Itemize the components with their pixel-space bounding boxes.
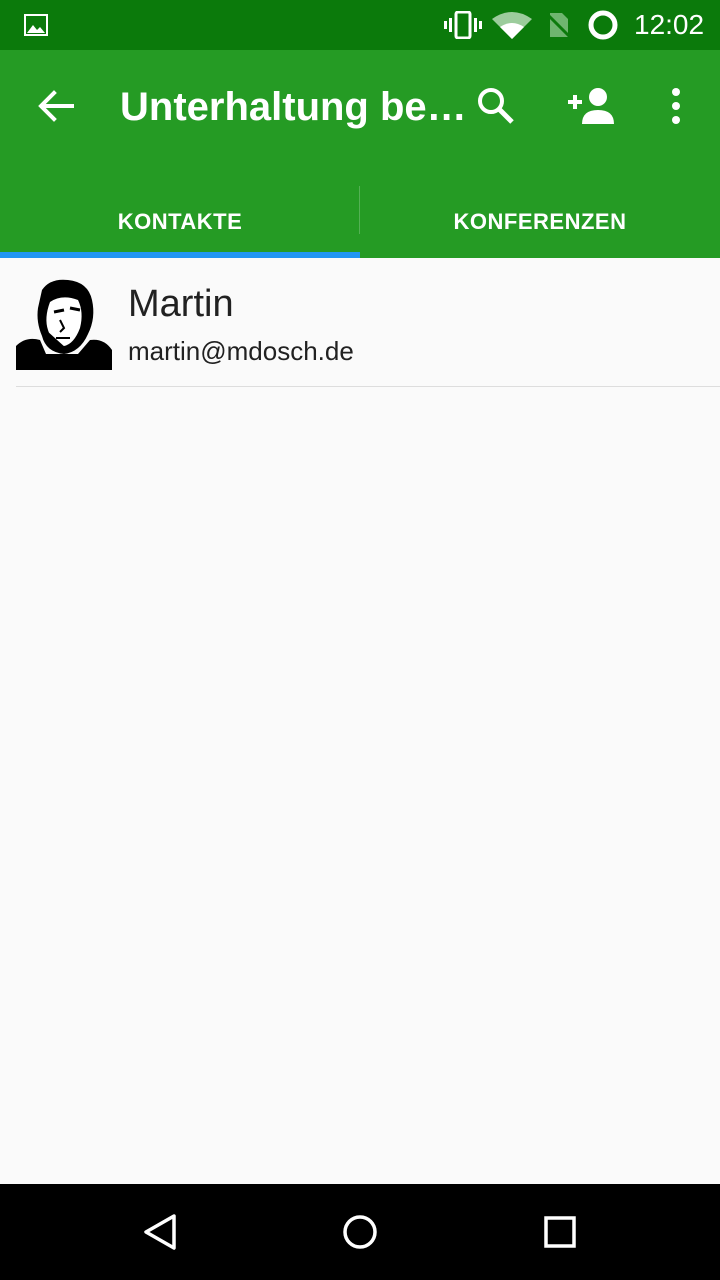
status-bar: 12:02	[0, 0, 720, 50]
avatar	[16, 278, 112, 370]
list-divider	[16, 386, 720, 387]
status-time: 12:02	[634, 9, 705, 40]
battery-icon	[588, 10, 618, 40]
image-icon	[24, 14, 48, 36]
nav-back-icon[interactable]	[140, 1212, 180, 1252]
app-bar: Unterhaltung be… KONTAKTE KONFERENZEN	[0, 50, 720, 258]
no-sim-icon	[544, 11, 572, 39]
navigation-bar	[0, 1184, 720, 1280]
tab-kontakte[interactable]: KONTAKTE	[0, 186, 360, 258]
tab-konferenzen[interactable]: KONFERENZEN	[360, 186, 720, 258]
search-icon[interactable]	[474, 84, 518, 128]
page-title: Unterhaltung be…	[120, 85, 467, 129]
nav-recents-icon[interactable]	[540, 1212, 580, 1252]
wifi-icon	[492, 12, 532, 39]
tab-bar: KONTAKTE KONFERENZEN	[0, 186, 720, 258]
nav-home-icon[interactable]	[340, 1212, 380, 1252]
contact-jid: martin@mdosch.de	[128, 336, 354, 366]
vibrate-icon	[444, 11, 482, 39]
more-vert-icon[interactable]	[664, 84, 688, 128]
contact-list-item[interactable]: Martin martin@mdosch.de	[0, 258, 720, 386]
contact-name: Martin	[128, 283, 234, 325]
add-contact-icon[interactable]	[566, 86, 618, 126]
back-arrow-icon[interactable]	[36, 86, 76, 126]
